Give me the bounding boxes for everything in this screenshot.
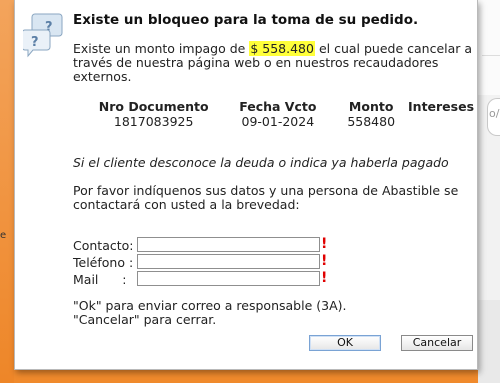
blocked-order-dialog: ? ? Existe un bloqueo para la toma de su… bbox=[14, 0, 478, 370]
debt-intro: Existe un monto impago de $ 558.480 el c… bbox=[73, 41, 473, 84]
phone-label: Teléfono : bbox=[73, 255, 134, 270]
background-divider bbox=[482, 55, 500, 56]
cell-monto: 558480 bbox=[347, 114, 396, 129]
phone-required-mark: ! bbox=[321, 253, 328, 269]
footer-cancel-hint: "Cancelar" para cerrar. bbox=[73, 312, 217, 327]
dispute-message: Si el cliente desconoce la deuda o indic… bbox=[73, 155, 449, 170]
mail-required-mark: ! bbox=[321, 270, 328, 286]
header-intereses: Intereses bbox=[408, 98, 475, 114]
footer-note: "Ok" para enviar correo a responsable (3… bbox=[73, 299, 346, 327]
background-page-right bbox=[478, 0, 500, 383]
intro-before: Existe un monto impago de bbox=[73, 41, 250, 56]
phone-input[interactable] bbox=[137, 254, 320, 269]
contact-required-mark: ! bbox=[321, 236, 328, 252]
dialog-title: Existe un bloqueo para la toma de su ped… bbox=[73, 12, 419, 28]
table-row: 1817083925 09-01-2024 558480 bbox=[89, 114, 477, 129]
document-table: Nro Documento Fecha Vcto Monto Intereses… bbox=[89, 98, 477, 130]
contact-input[interactable] bbox=[137, 237, 320, 252]
header-nro-documento: Nro Documento bbox=[98, 98, 209, 114]
cell-nro-documento: 1817083925 bbox=[113, 114, 194, 129]
mail-label: Mail : bbox=[73, 272, 127, 287]
ok-button[interactable]: OK bbox=[309, 335, 381, 351]
background-left-text: e bbox=[0, 230, 7, 241]
footer-ok-hint: "Ok" para enviar correo a responsable (3… bbox=[73, 298, 347, 313]
header-fecha-vcto: Fecha Vcto bbox=[239, 98, 317, 114]
header-monto: Monto bbox=[348, 98, 394, 114]
amount-highlight: $ 558.480 bbox=[249, 41, 315, 56]
cell-intereses bbox=[405, 114, 477, 129]
svg-text:?: ? bbox=[31, 35, 39, 50]
mail-input[interactable] bbox=[137, 271, 320, 286]
question-bubbles-icon: ? ? bbox=[23, 13, 63, 58]
table-header-row: Nro Documento Fecha Vcto Monto Intereses bbox=[89, 98, 477, 114]
cancel-button[interactable]: Cancelar bbox=[401, 335, 473, 351]
background-field-text: o/o bbox=[489, 107, 500, 120]
contact-request-message: Por favor indíquenos sus datos y una per… bbox=[73, 183, 459, 212]
contact-label: Contacto: bbox=[73, 238, 134, 253]
background-page-left bbox=[0, 0, 14, 383]
cell-fecha-vcto: 09-01-2024 bbox=[241, 114, 315, 129]
